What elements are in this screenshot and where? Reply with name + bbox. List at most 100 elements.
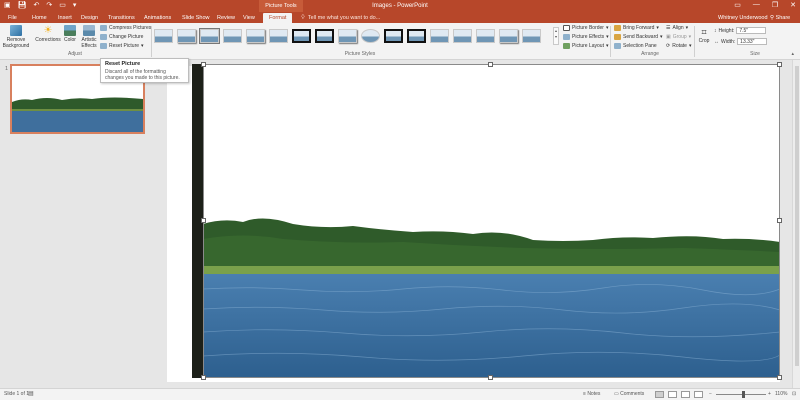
size-group-label: Size — [750, 51, 760, 57]
picture-style-thumb[interactable] — [292, 29, 311, 43]
picture-style-thumb[interactable] — [315, 29, 334, 43]
picture-style-thumb[interactable] — [269, 29, 288, 43]
picture-style-thumb[interactable] — [476, 29, 495, 43]
reading-view-button[interactable] — [681, 391, 690, 398]
tab-design[interactable]: Design — [81, 13, 98, 23]
restore-icon[interactable]: ❐ — [772, 1, 778, 9]
zoom-out-icon[interactable]: − — [709, 391, 712, 398]
resize-handle[interactable] — [201, 218, 206, 223]
picture-style-thumb[interactable] — [407, 29, 426, 43]
bring-forward-icon — [614, 25, 621, 31]
send-backward-icon — [614, 34, 621, 40]
picture-style-thumb[interactable] — [453, 29, 472, 43]
picture-style-thumb[interactable] — [199, 28, 220, 44]
vertical-scrollbar[interactable] — [792, 60, 800, 388]
status-bar: Slide 1 of 1 ▤ ≡ Notes ▭ Comments − + 11… — [0, 388, 800, 400]
artistic-effects-icon — [83, 25, 95, 36]
ribbon-display-options-icon[interactable]: ▭ — [734, 1, 741, 9]
tab-insert[interactable]: Insert — [58, 13, 72, 23]
tab-home[interactable]: Home — [32, 13, 47, 23]
compress-pictures-label: Compress Pictures — [109, 25, 152, 31]
picture-style-thumb[interactable] — [246, 29, 265, 43]
group-objects-icon: ▣ — [666, 34, 671, 40]
align-icon: ☰ — [666, 25, 671, 31]
tab-file[interactable]: File — [8, 13, 17, 23]
normal-view-button[interactable] — [655, 391, 664, 398]
group-button[interactable]: ▣ Group ▾ — [666, 34, 691, 40]
picture-style-thumb[interactable] — [361, 29, 380, 43]
resize-handle[interactable] — [201, 375, 206, 380]
reset-picture-dropdown-icon[interactable]: ▾ — [141, 43, 144, 49]
window-controls: ▭ — ❐ ✕ — [734, 1, 796, 9]
ribbon-tabs: File Home Insert Design Transitions Anim… — [0, 12, 800, 23]
picture-border-button[interactable]: Picture Border ▾ — [563, 25, 608, 31]
tab-review[interactable]: Review — [217, 13, 235, 23]
crop-label: Crop — [698, 38, 710, 44]
resize-handle[interactable] — [777, 218, 782, 223]
picture-border-icon — [563, 25, 570, 31]
selection-pane-button[interactable]: Selection Pane — [614, 43, 657, 49]
picture-style-thumb[interactable] — [522, 29, 541, 43]
picture-style-thumb[interactable] — [154, 29, 173, 43]
share-button[interactable]: ⚲ Share — [770, 13, 790, 23]
crop-icon: ⌗ — [701, 27, 707, 37]
artistic-effects-button[interactable]: Artistic Effects — [79, 25, 99, 49]
selected-picture[interactable] — [203, 64, 780, 378]
picture-style-thumb[interactable] — [499, 29, 518, 43]
picture-style-thumb[interactable] — [223, 29, 242, 43]
corrections-button[interactable]: ☀ Corrections — [34, 25, 62, 43]
slideshow-view-button[interactable] — [694, 391, 703, 398]
close-icon[interactable]: ✕ — [790, 1, 796, 9]
slide-thumbnail-pane: 1 — [0, 60, 153, 388]
width-input[interactable]: 13.33" — [737, 38, 768, 45]
gallery-more-button[interactable]: ▴ ▾ — [553, 27, 559, 45]
height-input[interactable]: 7.5" — [736, 27, 767, 34]
resize-handle[interactable] — [777, 375, 782, 380]
crop-button[interactable]: ⌗ Crop — [697, 27, 711, 44]
tell-me-box[interactable]: 💡︎ Tell me what you want to do... — [301, 13, 380, 23]
resize-handle[interactable] — [777, 62, 782, 67]
send-backward-button[interactable]: Send Backward ▾ — [614, 34, 663, 40]
arrange-group-label: Arrange — [641, 51, 659, 57]
picture-effects-button[interactable]: Picture Effects ▾ — [563, 34, 609, 40]
corrections-icon: ☀ — [43, 25, 53, 36]
tab-view[interactable]: View — [243, 13, 255, 23]
user-account[interactable]: Whitney Underwood — [718, 13, 768, 23]
bring-forward-button[interactable]: Bring Forward ▾ — [614, 25, 659, 31]
ribbon-format: Remove Background ☀ Corrections Color Ar… — [0, 23, 800, 60]
picture-layout-button[interactable]: Picture Layout ▾ — [563, 43, 608, 49]
compress-pictures-button[interactable]: Compress Pictures — [100, 25, 151, 31]
picture-style-thumb[interactable] — [177, 29, 196, 43]
remove-background-button[interactable]: Remove Background — [2, 25, 30, 49]
resize-handle[interactable] — [488, 375, 493, 380]
slide-sorter-view-button[interactable] — [668, 391, 677, 398]
resize-handle[interactable] — [488, 62, 493, 67]
comments-button[interactable]: ▭ Comments — [614, 391, 644, 398]
picture-style-thumb[interactable] — [430, 29, 449, 43]
zoom-slider[interactable] — [716, 394, 766, 395]
slide-number: 1 — [5, 66, 9, 72]
scrollbar-thumb[interactable] — [795, 66, 799, 366]
notes-button[interactable]: ≡ Notes — [583, 391, 600, 398]
resize-handle[interactable] — [201, 62, 206, 67]
rotate-button[interactable]: ⟳ Rotate ▾ — [666, 43, 691, 49]
tab-transitions[interactable]: Transitions — [108, 13, 135, 23]
zoom-in-icon[interactable]: + — [768, 391, 771, 398]
tab-format[interactable]: Format — [263, 13, 293, 23]
tab-animations[interactable]: Animations — [144, 13, 171, 23]
zoom-level[interactable]: 110% — [775, 391, 787, 398]
minimize-icon[interactable]: — — [753, 1, 760, 9]
collapse-ribbon-icon[interactable]: ▴ — [791, 51, 794, 57]
spell-check-icon[interactable]: ▤ — [28, 391, 34, 398]
reset-picture-button[interactable]: Reset Picture ▾ — [100, 43, 144, 49]
zoom-slider-knob[interactable] — [742, 391, 745, 398]
fit-slide-icon[interactable]: ⊡ — [792, 391, 796, 398]
color-button[interactable]: Color — [63, 25, 77, 43]
tab-slide-show[interactable]: Slide Show — [182, 13, 210, 23]
picture-style-thumb[interactable] — [384, 29, 403, 43]
picture-border-label: Picture Border — [572, 25, 604, 31]
change-picture-button[interactable]: Change Picture — [100, 34, 143, 40]
change-picture-label: Change Picture — [109, 34, 144, 40]
picture-style-thumb[interactable] — [338, 29, 357, 43]
align-button[interactable]: ☰ Align ▾ — [666, 25, 688, 31]
